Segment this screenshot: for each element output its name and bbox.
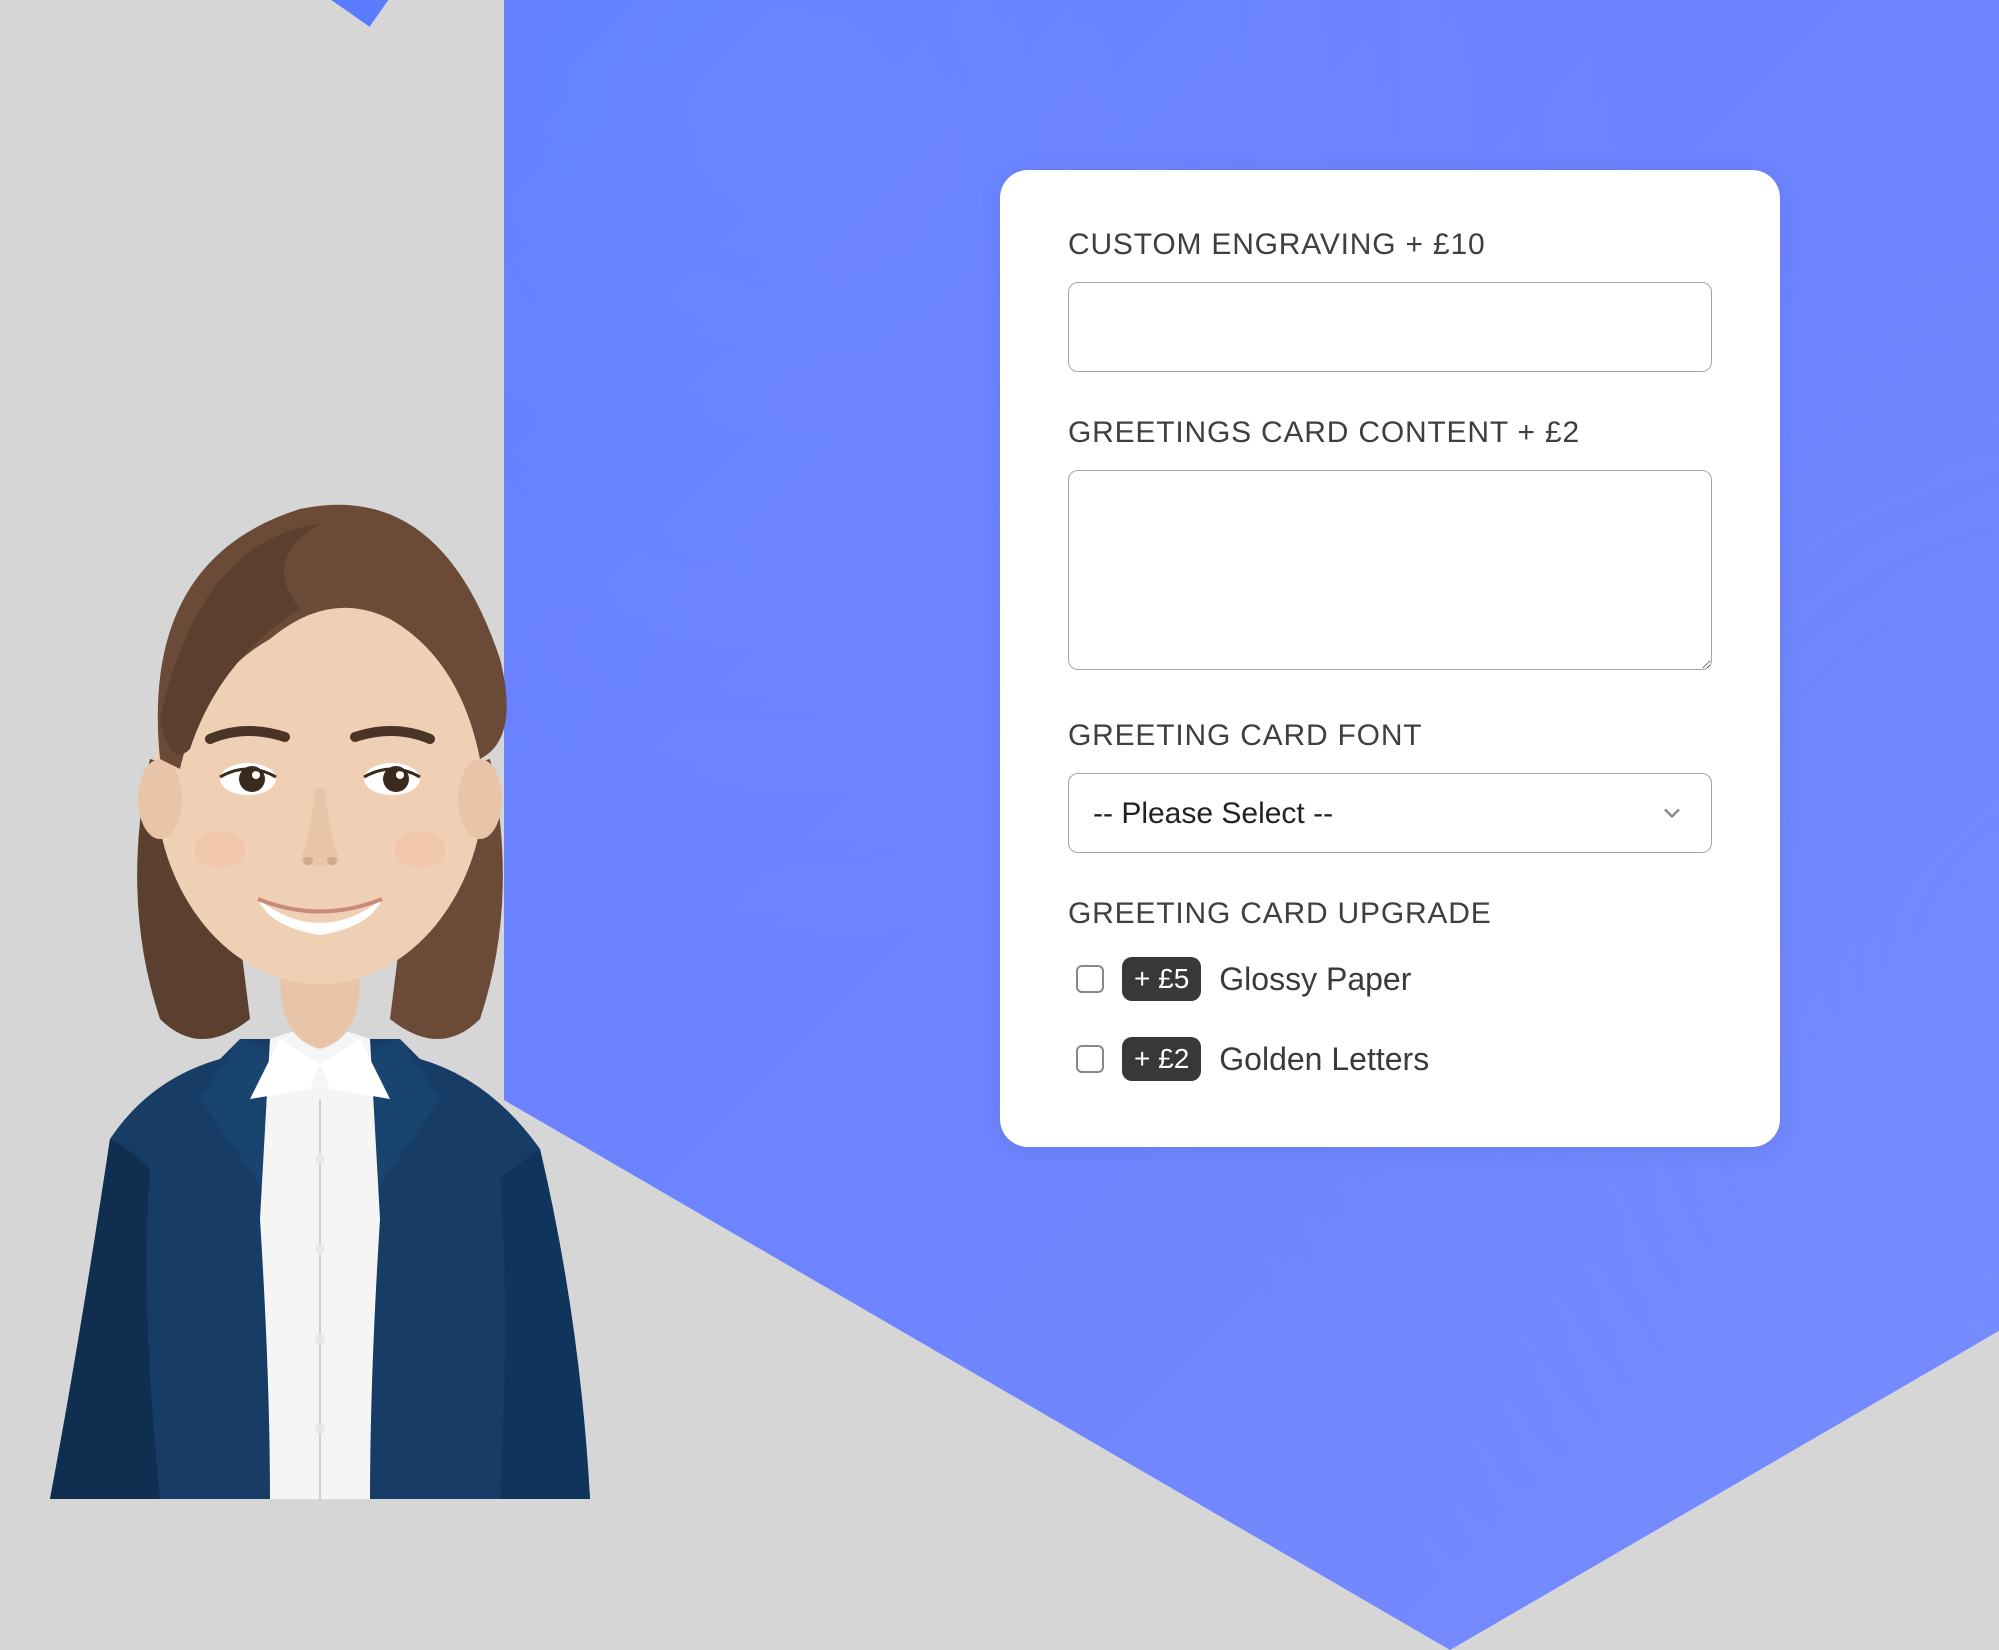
upgrade-group: GREETING CARD UPGRADE + £5 Glossy Paper …: [1068, 897, 1712, 1081]
font-select[interactable]: -- Please Select --: [1068, 773, 1712, 853]
engraving-group: CUSTOM ENGRAVING + £10: [1068, 228, 1712, 372]
upgrade-option-row: + £5 Glossy Paper: [1068, 957, 1712, 1001]
product-options-card: CUSTOM ENGRAVING + £10 GREETINGS CARD CO…: [1000, 170, 1780, 1147]
background-shape-bar-2: [0, 0, 450, 27]
upgrade-option-row: + £2 Golden Letters: [1068, 1037, 1712, 1081]
engraving-input[interactable]: [1068, 282, 1712, 372]
upgrade-label: GREETING CARD UPGRADE: [1068, 897, 1712, 931]
price-badge: + £5: [1122, 957, 1201, 1001]
glossy-paper-checkbox[interactable]: [1076, 965, 1104, 993]
font-group: GREETING CARD FONT -- Please Select --: [1068, 719, 1712, 853]
upgrade-option-label: Golden Letters: [1219, 1041, 1429, 1078]
greetings-content-textarea[interactable]: [1068, 470, 1712, 670]
greetings-content-label: GREETINGS CARD CONTENT + £2: [1068, 416, 1712, 450]
person-illustration: [20, 379, 620, 1499]
upgrade-option-label: Glossy Paper: [1219, 961, 1411, 998]
price-badge: + £2: [1122, 1037, 1201, 1081]
engraving-label: CUSTOM ENGRAVING + £10: [1068, 228, 1712, 262]
background-shape-bar: [0, 0, 80, 198]
font-label: GREETING CARD FONT: [1068, 719, 1712, 753]
font-select-wrapper: -- Please Select --: [1068, 773, 1712, 853]
golden-letters-checkbox[interactable]: [1076, 1045, 1104, 1073]
greetings-content-group: GREETINGS CARD CONTENT + £2: [1068, 416, 1712, 675]
